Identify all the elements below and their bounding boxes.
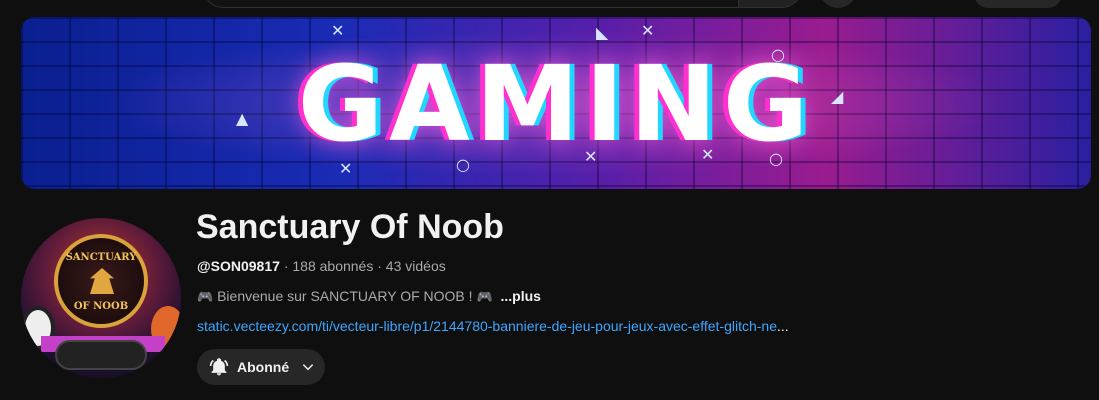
bell-icon: [209, 358, 229, 376]
avatar-emblem: SANCTUARY OF NOOB: [54, 234, 148, 328]
decoration-triangle-icon: ◢: [831, 87, 844, 106]
search-input[interactable]: [203, 0, 739, 8]
chevron-down-icon: [302, 364, 314, 371]
decoration-triangle-icon: ▲: [236, 109, 249, 128]
search-button[interactable]: [738, 0, 802, 8]
pagoda-icon: [90, 268, 114, 294]
gamepad-icon: 🎮: [476, 290, 493, 305]
subscribed-label: Abonné: [237, 359, 290, 375]
description-text: Bienvenue sur SANCTUARY OF NOOB !: [217, 288, 473, 304]
decoration-circle-icon: ○: [771, 45, 785, 64]
link-text[interactable]: static.vecteezy.com/ti/vecteur-libre/p1/…: [197, 318, 777, 334]
channel-external-link[interactable]: static.vecteezy.com/ti/vecteur-libre/p1/…: [197, 318, 789, 334]
header-action-button[interactable]: [974, 0, 1062, 8]
decoration-circle-icon: ○: [456, 155, 470, 174]
decoration-cross-icon: ✕: [701, 145, 715, 164]
banner-headline: GAMING: [297, 43, 815, 165]
decoration-cross-icon: ✕: [584, 147, 598, 166]
gamepad-icon: 🎮: [197, 290, 214, 305]
channel-handle: @SON09817: [197, 258, 280, 274]
channel-avatar[interactable]: SANCTUARY OF NOOB: [21, 218, 181, 378]
channel-description[interactable]: 🎮 Bienvenue sur SANCTUARY OF NOOB ! 🎮 ..…: [197, 288, 541, 305]
link-ellipsis: ...: [777, 318, 789, 334]
more-link[interactable]: ...plus: [501, 288, 541, 304]
channel-meta: @SON09817 · 188 abonnés · 43 vidéos: [197, 258, 446, 274]
channel-name: Sanctuary Of Noob: [196, 208, 504, 246]
decoration-cross-icon: ✕: [331, 21, 345, 40]
controller-icon: [55, 340, 147, 370]
avatar-emblem-top-text: SANCTUARY: [65, 252, 137, 263]
decoration-cross-icon: ✕: [339, 159, 353, 178]
meta-separator: ·: [377, 258, 382, 274]
subscriber-count: 188 abonnés: [292, 258, 374, 274]
meta-separator: ·: [283, 258, 289, 274]
decoration-circle-icon: ○: [769, 149, 783, 168]
decoration-triangle-icon: ◣: [596, 23, 609, 42]
subscribed-button[interactable]: Abonné: [197, 349, 325, 385]
video-count: 43 vidéos: [385, 258, 446, 274]
decoration-cross-icon: ✕: [641, 21, 655, 40]
channel-banner: GAMING ✕ ✕ ○ ▲ ◣ ✕ ○ ✕ ✕ ○ ◢: [21, 17, 1091, 189]
voice-search-button[interactable]: [819, 0, 857, 8]
avatar-emblem-bottom-text: OF NOOB: [73, 301, 129, 312]
